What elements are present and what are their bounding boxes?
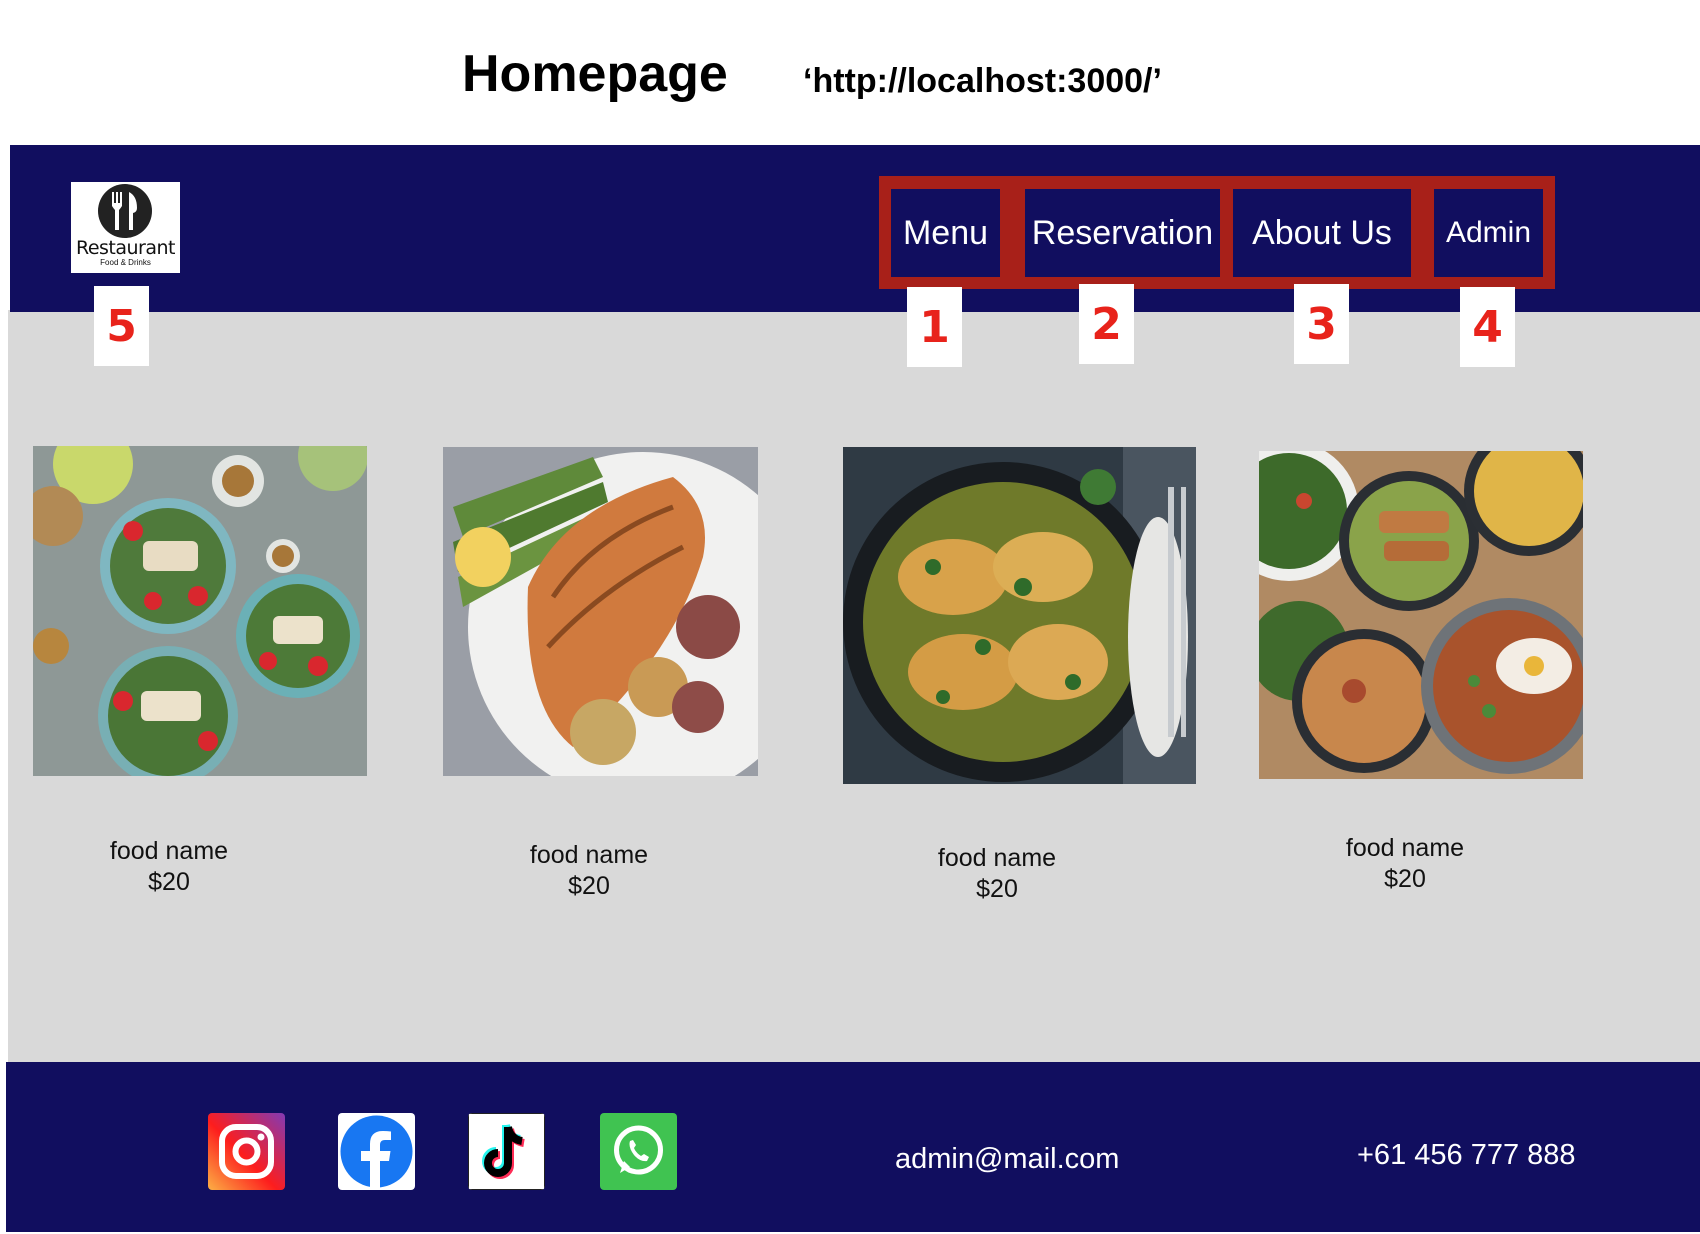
- food-price: $20: [976, 875, 1018, 903]
- food-price: $20: [148, 868, 190, 896]
- logo-tagline: Food & Drinks: [100, 258, 151, 267]
- nav-reservation-link[interactable]: Reservation: [1025, 189, 1220, 277]
- fork-knife-icon: [98, 184, 152, 238]
- food-name: food name: [937, 844, 1057, 872]
- food-image[interactable]: [1259, 451, 1583, 779]
- contact-phone[interactable]: +61 456 777 888: [1357, 1139, 1576, 1172]
- food-price: $20: [1384, 865, 1426, 893]
- nav-menu-link[interactable]: Menu: [891, 189, 1000, 277]
- nav-about-us-link[interactable]: About Us: [1233, 189, 1411, 277]
- whatsapp-icon[interactable]: [600, 1113, 677, 1190]
- food-price: $20: [568, 872, 610, 900]
- food-name: food name: [529, 841, 649, 869]
- facebook-icon[interactable]: [338, 1113, 415, 1190]
- annotation-badge-4: 4: [1460, 287, 1515, 367]
- annotation-badge-2: 2: [1079, 284, 1134, 364]
- logo-name: Restaurant: [75, 237, 176, 259]
- restaurant-logo[interactable]: Restaurant Food & Drinks: [71, 182, 180, 273]
- food-image[interactable]: [443, 447, 758, 776]
- page-url: ‘http://localhost:3000/’: [803, 62, 1162, 100]
- nav-admin-link[interactable]: Admin: [1434, 189, 1543, 277]
- food-name: food name: [109, 837, 229, 865]
- food-image[interactable]: [843, 447, 1196, 784]
- contact-email[interactable]: admin@mail.com: [895, 1143, 1119, 1176]
- annotation-badge-5: 5: [94, 286, 149, 366]
- tiktok-icon[interactable]: [468, 1113, 545, 1190]
- annotation-badge-1: 1: [907, 287, 962, 367]
- annotation-badge-3: 3: [1294, 284, 1349, 364]
- instagram-icon[interactable]: [208, 1113, 285, 1190]
- page-title: Homepage: [462, 45, 728, 103]
- food-name: food name: [1345, 834, 1465, 862]
- food-image[interactable]: [33, 446, 367, 776]
